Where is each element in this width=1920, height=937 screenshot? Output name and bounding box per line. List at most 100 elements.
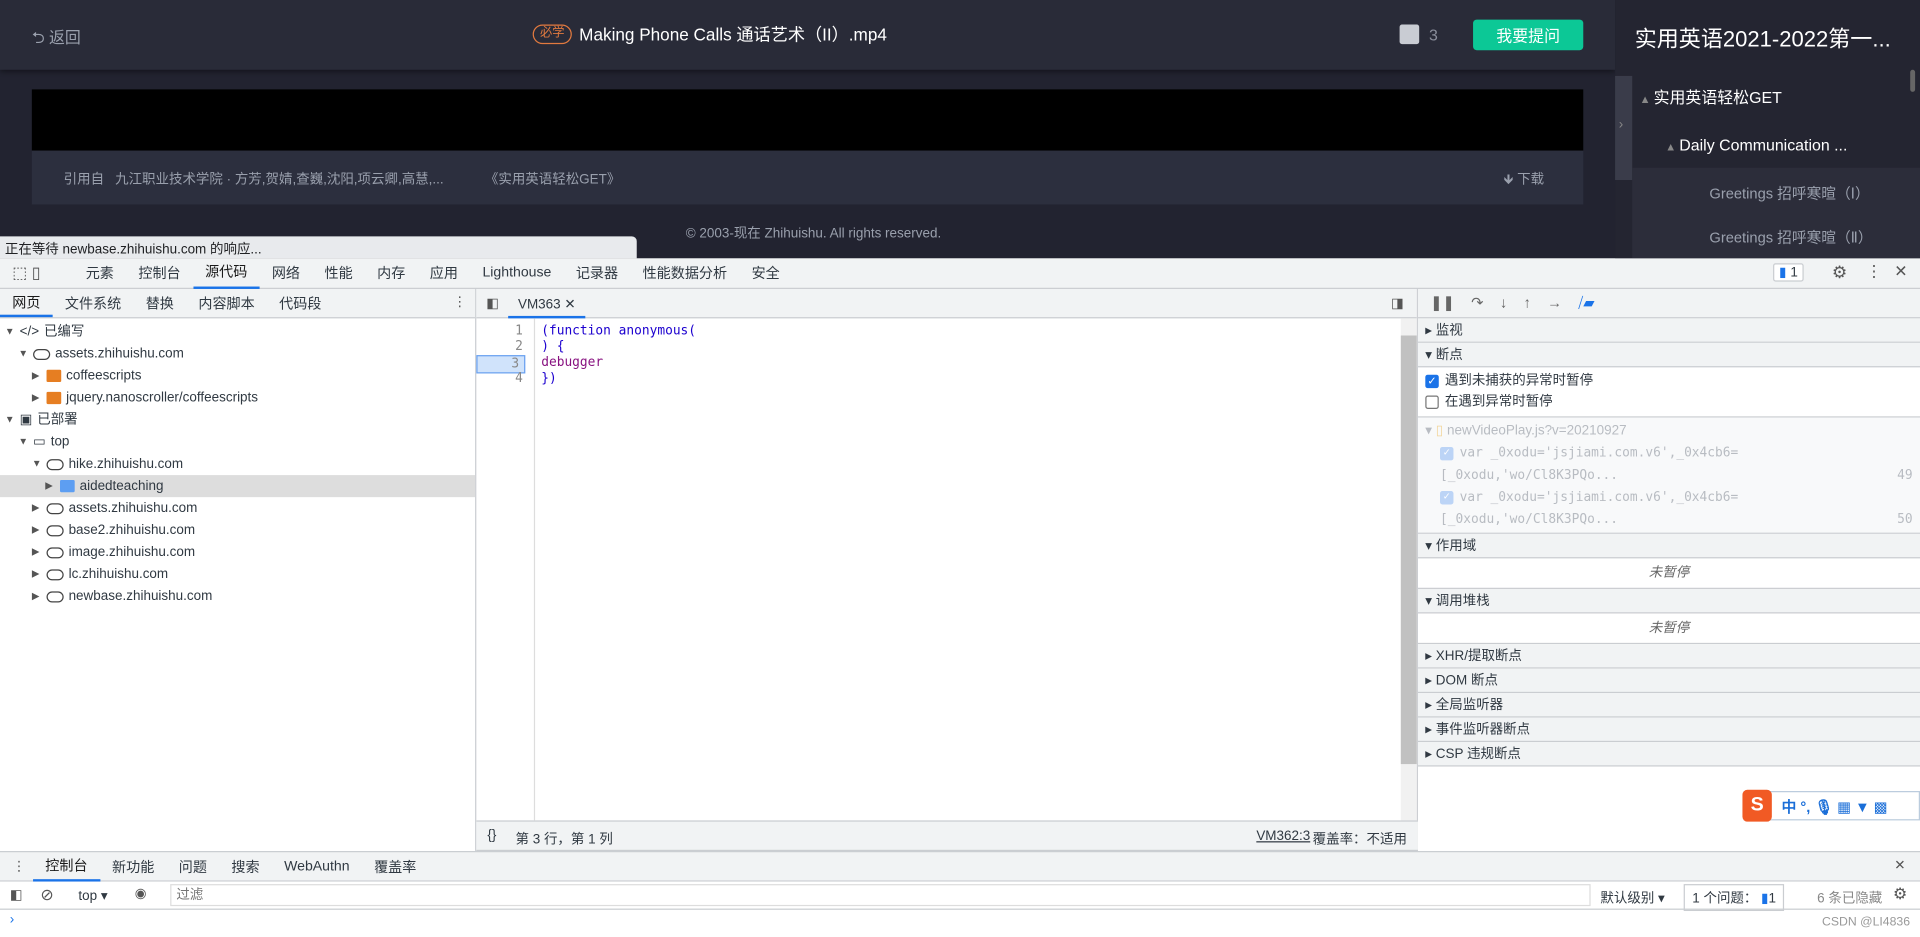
drawer-tab-2[interactable]: 问题 [167,852,220,881]
expand-arrow-icon[interactable]: ▶ [32,387,42,409]
pause-caught-checkbox[interactable]: 在遇到异常时暂停 [1425,392,1912,413]
nav-tab-0[interactable]: 网页 [0,289,53,318]
section-watch[interactable]: ▸ 监视 [1417,318,1920,343]
tree-item[interactable]: ▶ assets.zhihuishu.com [0,497,475,519]
ask-question-button[interactable]: 我要提问 [1473,19,1584,51]
close-tab-icon[interactable]: ✕ [564,298,575,313]
log-level-select[interactable]: 默认级别 ▾ [1600,888,1664,908]
expand-arrow-icon[interactable]: ▼ [5,409,15,431]
drawer-menu-icon[interactable]: ⋮ [0,858,33,875]
tree-item[interactable]: ▼ ▭ top [0,431,475,453]
tab-0[interactable]: 元素 [73,258,126,289]
collapse-handle[interactable]: › [1615,75,1633,181]
tab-9[interactable]: 性能数据分析 [630,258,739,289]
sidebar-scrollbar[interactable] [1910,69,1916,92]
expand-arrow-icon[interactable]: ▶ [32,497,42,519]
console-settings-icon[interactable]: ⚙ [1893,884,1907,904]
section-dom[interactable]: ▸ DOM 断点 [1417,668,1920,694]
expand-arrow-icon[interactable]: ▶ [32,563,42,585]
expand-arrow-icon[interactable]: ▶ [32,519,42,541]
video-player[interactable] [31,89,1584,151]
section-xhr[interactable]: ▸ XHR/提取断点 [1417,644,1920,669]
comments-button[interactable]: 3 [1399,24,1438,45]
inspect-icon[interactable]: ⬚ ▯ [0,263,73,283]
more-icon[interactable]: ⋮ [1866,262,1882,282]
toggle-debugger-icon[interactable]: ◨ [1391,295,1404,311]
tab-3[interactable]: 网络 [260,258,313,289]
sidebar-item-section[interactable]: ▲ Daily Communication ... [1665,136,1847,154]
tree-item[interactable]: ▼ hike.zhihuishu.com [0,453,475,475]
line-number[interactable]: 1 [476,323,523,339]
pretty-print-icon[interactable]: {} [487,828,496,843]
toggle-navigator-icon[interactable]: ◧ [486,295,499,311]
more-icon[interactable]: ⋮ [453,294,466,310]
source-link[interactable]: VM362:3 [1256,829,1310,844]
nav-tab-2[interactable]: 替换 [133,289,186,317]
drawer-tab-4[interactable]: WebAuthn [272,852,362,881]
nav-tab-1[interactable]: 文件系统 [53,289,134,317]
tree-item[interactable]: ▶ newbase.zhihuishu.com [0,585,475,607]
clear-console-icon[interactable]: ⊘ [40,885,53,905]
drawer-tab-5[interactable]: 覆盖率 [362,852,429,881]
debugger-controls[interactable]: ❚❚ ↷ ↓ ↑ → ⧸▰ [1417,288,1920,319]
tree-item[interactable]: ▶ coffeescripts [0,365,475,387]
context-select[interactable]: top ▾ [78,888,107,904]
drawer-tab-3[interactable]: 搜索 [219,852,272,881]
section-global[interactable]: ▸ 全局监听器 [1417,693,1920,718]
tree-item[interactable]: ▶ lc.zhihuishu.com [0,563,475,585]
pause-uncaught-checkbox[interactable]: ✓ 遇到未捕获的异常时暂停 [1425,371,1912,392]
live-expression-icon[interactable]: ◉ [135,885,147,902]
expand-arrow-icon[interactable]: ▶ [45,475,55,497]
expand-arrow-icon[interactable]: ▶ [32,365,42,387]
tree-item[interactable]: ▼ ▣ 已部署 [0,409,475,431]
tab-6[interactable]: 应用 [418,258,471,289]
tab-8[interactable]: 记录器 [564,258,631,289]
download-button[interactable]: 🡻 下载 [1504,169,1544,192]
issues-badge[interactable]: ▮ 1 [1773,263,1804,282]
line-number[interactable]: 2 [476,339,523,355]
console-prompt[interactable]: › [10,912,14,927]
drawer-tab-0[interactable]: 控制台 [33,852,100,882]
expand-arrow-icon[interactable]: ▶ [32,585,42,607]
sidebar-item-chapter[interactable]: ▲ 实用英语轻松GET [1640,84,1782,107]
tab-10[interactable]: 安全 [739,258,792,289]
back-button[interactable]: ⮌ 返回 [32,24,81,53]
tab-7[interactable]: Lighthouse [470,258,563,289]
tree-item[interactable]: ▶ base2.zhihuishu.com [0,519,475,541]
filter-input[interactable] [170,884,1591,907]
cite-course[interactable]: 《实用英语轻松GET》 [485,169,620,189]
sidebar-toggle-icon[interactable]: ◧ [10,887,23,903]
tab-4[interactable]: 性能 [312,258,365,289]
sidebar-item-lesson[interactable]: Greetings 招呼寒暄（Ⅱ） [1709,227,1872,248]
tree-item[interactable]: ▼ </> 已编写 [0,321,475,343]
sidebar-item-lesson[interactable]: Greetings 招呼寒暄（Ⅰ） [1709,182,1869,203]
expand-arrow-icon[interactable]: ▼ [32,453,42,475]
ime-toolbar[interactable]: S中 °, 🎙 ▦ ▼ ▩ [1742,789,1920,822]
issues-button[interactable]: 1 个问题： ▮1 [1683,884,1785,912]
breakpoint-file[interactable]: ▾ ▯ newVideoPlay.js?v=20210927 [1425,420,1912,442]
tab-5[interactable]: 内存 [365,258,418,289]
settings-icon[interactable]: ⚙ [1832,262,1847,283]
tab-2[interactable]: 源代码 [192,258,260,289]
drawer-tab-1[interactable]: 新功能 [100,852,167,881]
breakpoint-item[interactable]: ✓ var _0xodu='jsjiami.com.v6',_0x4cb6=[_0… [1425,486,1913,530]
tree-item[interactable]: ▶ image.zhihuishu.com [0,541,475,563]
expand-arrow-icon[interactable]: ▼ [5,321,15,343]
close-icon[interactable]: ✕ [1894,262,1907,282]
line-gutter[interactable] [476,318,536,821]
close-drawer-icon[interactable]: ✕ [1894,857,1905,873]
section-scope[interactable]: ▾ 作用域 [1417,533,1920,559]
expand-arrow-icon[interactable]: ▶ [32,541,42,563]
tree-item[interactable]: ▶ jquery.nanoscroller/coffeescripts [0,387,475,409]
editor-scrollbar[interactable] [1400,318,1417,821]
expand-arrow-icon[interactable]: ▼ [18,431,28,453]
expand-arrow-icon[interactable]: ▼ [18,343,28,365]
tab-1[interactable]: 控制台 [126,258,193,289]
tree-item[interactable]: ▼ assets.zhihuishu.com [0,343,475,365]
section-callstack[interactable]: ▾ 调用堆栈 [1417,588,1920,614]
tree-item[interactable]: ▶ aidedteaching [0,475,476,498]
section-csp[interactable]: ▸ CSP 违规断点 [1417,742,1920,767]
tab-vm363[interactable]: VM363 ✕ [508,289,586,319]
breakpoint-item[interactable]: ✓ var _0xodu='jsjiami.com.v6',_0x4cb6=[_0… [1425,442,1913,486]
section-event[interactable]: ▸ 事件监听器断点 [1417,717,1920,743]
